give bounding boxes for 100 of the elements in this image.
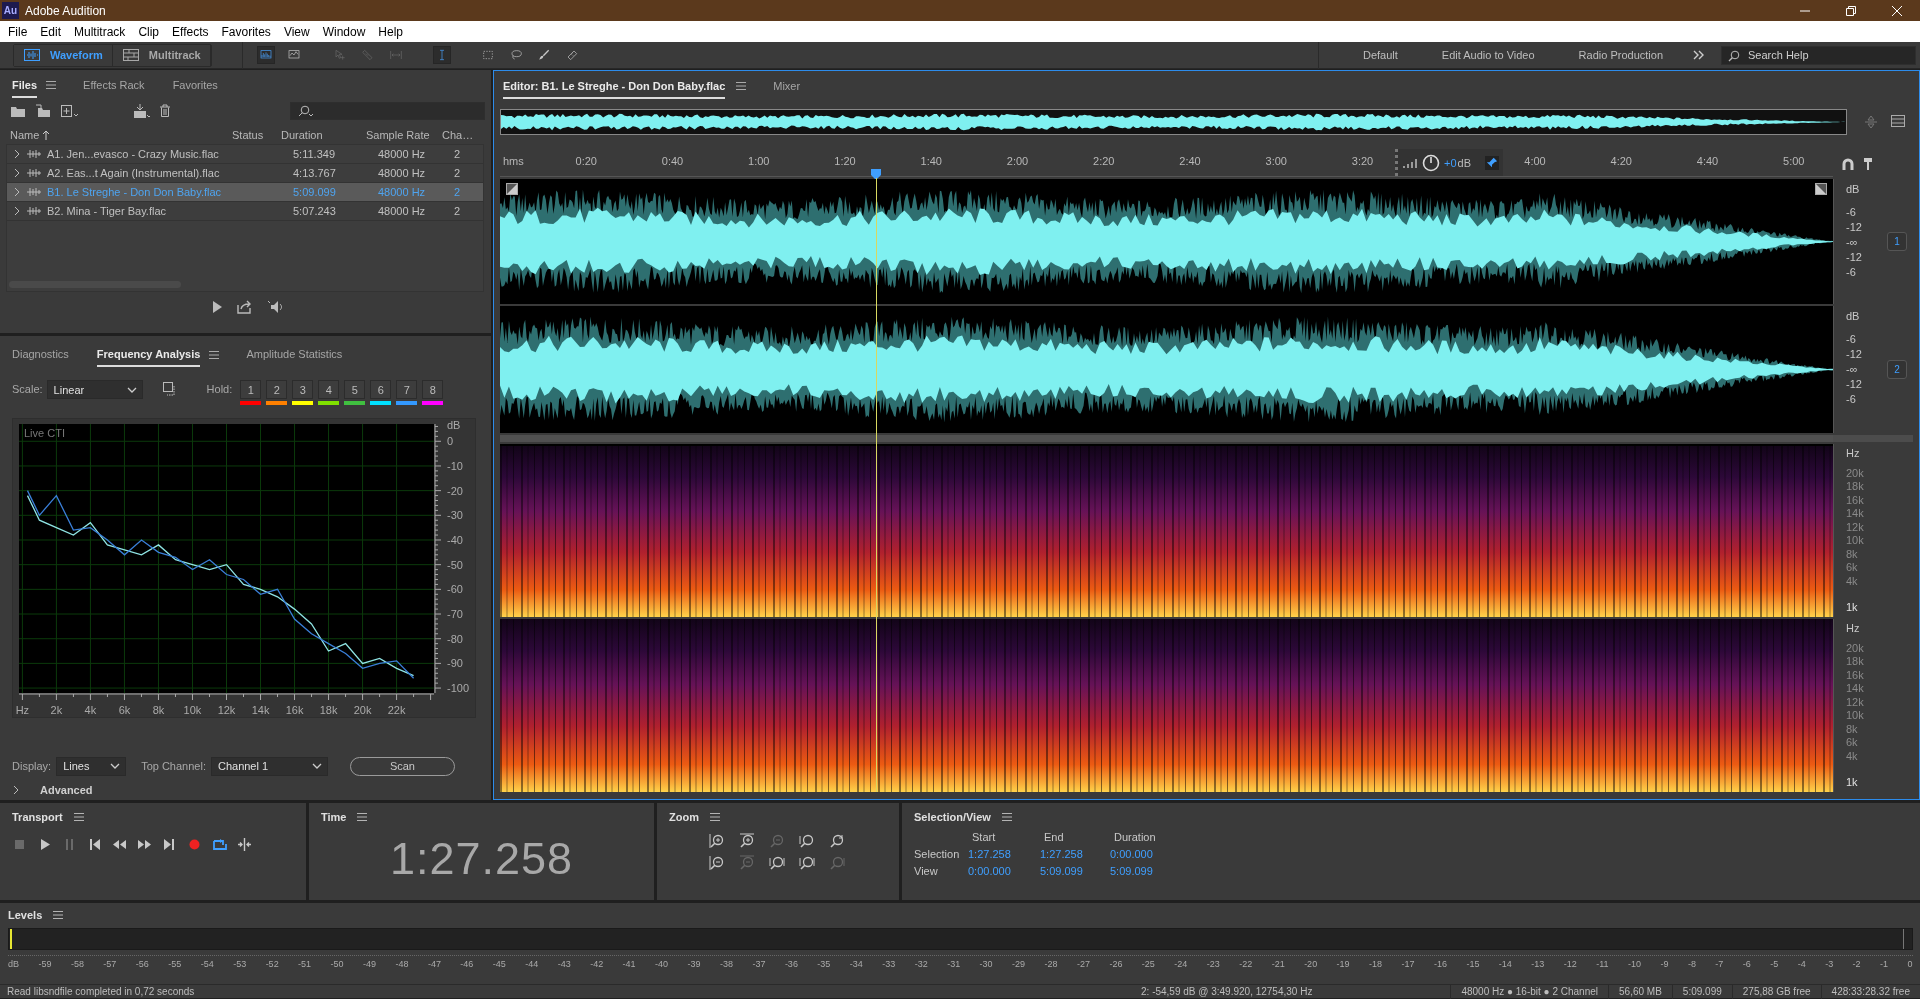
panel-tab[interactable]: Effects Rack <box>83 72 145 98</box>
menu-item[interactable]: View <box>277 24 317 39</box>
column-header[interactable]: Sample Rate <box>366 129 430 141</box>
menu-icon[interactable] <box>356 811 369 823</box>
speaker-icon[interactable] <box>266 300 285 314</box>
channel-button[interactable]: 1 <box>1887 231 1907 251</box>
folder-icon[interactable] <box>10 104 26 118</box>
copy-icon[interactable] <box>162 382 177 396</box>
menu-item[interactable]: Edit <box>34 24 69 39</box>
rewind-icon[interactable] <box>112 837 127 852</box>
close-icon[interactable] <box>1891 4 1903 17</box>
menu-item[interactable]: Multitrack <box>68 24 133 39</box>
column-header[interactable]: Duration <box>281 129 323 141</box>
column-header[interactable]: Status <box>232 129 264 141</box>
status-text: 5:09.099 <box>1671 984 1732 999</box>
double-chevron-icon[interactable] <box>1693 49 1705 61</box>
skip-selection-icon[interactable] <box>237 837 252 852</box>
menu-icon[interactable] <box>1000 811 1013 823</box>
menu-icon[interactable] <box>208 348 221 361</box>
file-row[interactable]: B2. Mina - Tiger Bay.flac 5:07.243 48000 Hz 2 <box>7 202 483 221</box>
hold-button[interactable]: 2 <box>266 380 288 399</box>
mode-tab[interactable]: Waveform <box>14 44 113 66</box>
editor-tab[interactable]: Editor: B1. Le Streghe - Don Don Baby.flac <box>503 73 726 99</box>
restore-icon[interactable] <box>1845 4 1857 17</box>
spectrogram-view-icon[interactable] <box>256 46 275 64</box>
hold-button[interactable]: 1 <box>240 380 262 399</box>
hold-button[interactable]: 8 <box>422 380 444 399</box>
display-dropdown[interactable]: Lines <box>56 756 127 776</box>
menu-item[interactable]: Favorites <box>215 24 278 39</box>
overview-waveform-drawing[interactable] <box>500 109 1847 135</box>
play-icon[interactable] <box>210 300 223 314</box>
search-field[interactable] <box>290 102 485 120</box>
import-icon[interactable] <box>35 104 51 118</box>
editor-tab[interactable]: Mixer <box>773 73 801 99</box>
chevron-icon[interactable] <box>12 785 20 795</box>
scale-dropdown[interactable]: Linear <box>46 380 143 399</box>
channel-button[interactable]: 2 <box>1887 359 1907 379</box>
zoom-out-icon[interactable] <box>709 855 725 871</box>
list-icon[interactable] <box>1891 115 1905 127</box>
loop-icon[interactable] <box>212 837 227 852</box>
menu-item[interactable]: Window <box>316 24 373 39</box>
panel-tab[interactable]: Files <box>12 72 38 98</box>
zoom-left-icon[interactable] <box>799 833 815 849</box>
workspace-tab[interactable]: Radio Production <box>1556 49 1685 61</box>
scale-label: -33 <box>882 959 896 969</box>
time-value[interactable]: 5:09.099 <box>1038 865 1108 877</box>
column-header[interactable]: Name <box>10 129 40 141</box>
record-icon[interactable] <box>187 837 202 852</box>
skip-back-icon[interactable] <box>87 837 102 852</box>
hold-button[interactable]: 7 <box>396 380 418 399</box>
column-header[interactable]: Cha… <box>442 129 474 141</box>
export-icon[interactable] <box>236 300 253 314</box>
channel-dropdown[interactable]: Channel 1 <box>210 756 328 776</box>
zoom-right-icon[interactable] <box>769 855 785 871</box>
file-row[interactable]: A1. Jen...evasco - Crazy Music.flac 5:11.349 48000 Hz 2 <box>7 145 483 164</box>
fast-forward-icon[interactable] <box>137 837 152 852</box>
menu-icon[interactable] <box>52 909 65 921</box>
hold-button[interactable]: 3 <box>292 380 314 399</box>
menu-item[interactable]: Help <box>372 24 411 39</box>
time-value[interactable]: 1:27.258 <box>966 848 1038 860</box>
section-toggle[interactable]: Advanced <box>40 784 93 796</box>
panel-tab[interactable]: Amplitude Statistics <box>246 342 343 367</box>
panel-tab[interactable]: Favorites <box>172 72 218 98</box>
hold-button[interactable]: 5 <box>344 380 366 399</box>
menu-item[interactable]: Effects <box>166 24 216 39</box>
menu-icon[interactable] <box>72 811 85 823</box>
fade-in-handle-icon[interactable] <box>506 183 518 195</box>
panel-tab[interactable]: Diagnostics <box>12 342 69 367</box>
menu-icon[interactable] <box>708 811 721 823</box>
workspace-tab[interactable]: Edit Audio to Video <box>1419 49 1557 61</box>
menu-item[interactable]: File <box>2 24 35 39</box>
insert-icon[interactable] <box>132 103 150 119</box>
hold-button[interactable]: 6 <box>370 380 392 399</box>
menu-icon[interactable] <box>735 80 748 92</box>
menu-icon[interactable] <box>45 79 58 91</box>
gain-value[interactable]: +0 <box>1444 156 1457 169</box>
skip-forward-icon[interactable] <box>162 837 177 852</box>
zoom-in-icon[interactable] <box>709 833 725 849</box>
zoom-reset-icon[interactable] <box>829 833 845 849</box>
time-value[interactable]: 0:00.000 <box>966 865 1038 877</box>
time-value[interactable]: 5:09.099 <box>1108 865 1188 877</box>
menu-item[interactable]: Clip <box>132 24 167 39</box>
search-field[interactable]: Search Help <box>1721 45 1916 65</box>
zoom-in-icon[interactable] <box>739 833 755 849</box>
level-meter-icon[interactable] <box>1402 156 1418 169</box>
trash-icon[interactable] <box>159 104 171 118</box>
marker-icon[interactable] <box>1863 157 1873 171</box>
zoom-selection-icon[interactable] <box>799 855 815 871</box>
magnet-icon[interactable] <box>1841 157 1855 171</box>
volume-knob-icon[interactable] <box>1422 153 1440 172</box>
time-value[interactable]: 1:27.258 <box>1038 848 1108 860</box>
new-file-icon[interactable] <box>60 104 78 118</box>
i-beam-icon[interactable] <box>432 46 451 64</box>
time-value[interactable]: 0:00.000 <box>1108 848 1188 860</box>
workspace-tab[interactable]: Default <box>1341 49 1420 61</box>
fade-out-handle-icon[interactable] <box>1815 183 1827 195</box>
hold-button[interactable]: 4 <box>318 380 340 399</box>
panel-tab[interactable]: Frequency Analysis <box>96 342 201 367</box>
pin-icon[interactable] <box>1485 155 1499 170</box>
scan-button[interactable]: Scan <box>349 756 455 776</box>
